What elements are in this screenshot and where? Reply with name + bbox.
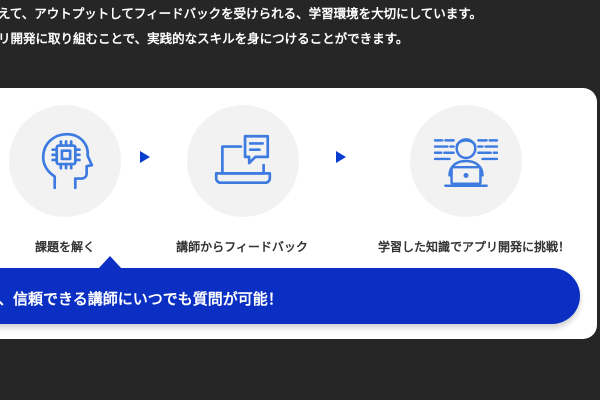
developer-icon (433, 138, 499, 187)
step-3-circle (410, 105, 522, 217)
intro-line-2: リ開発に取り組むことで、実践的なスキルを身につけることができます。 (0, 31, 409, 46)
question-banner-text: 、信頼できる講師にいつでも質問が可能！ (0, 290, 283, 308)
laptop-chat-icon (214, 134, 272, 184)
step-2-label: 講師からフィードバック (176, 240, 308, 254)
ai-head-icon (41, 132, 94, 190)
step-1-label: 課題を解く (34, 240, 95, 254)
flow-arrow-2 (336, 151, 346, 163)
intro-line-1: えて、アウトプットしてフィードバックを受けられる、学習環境を大切にしています。 (0, 6, 483, 21)
step-1-circle (9, 105, 121, 217)
flow-arrow-1 (140, 151, 150, 163)
step-3-label: 学習した知識でアプリ開発に挑戦！ (377, 240, 570, 254)
step-2-circle (187, 105, 299, 217)
